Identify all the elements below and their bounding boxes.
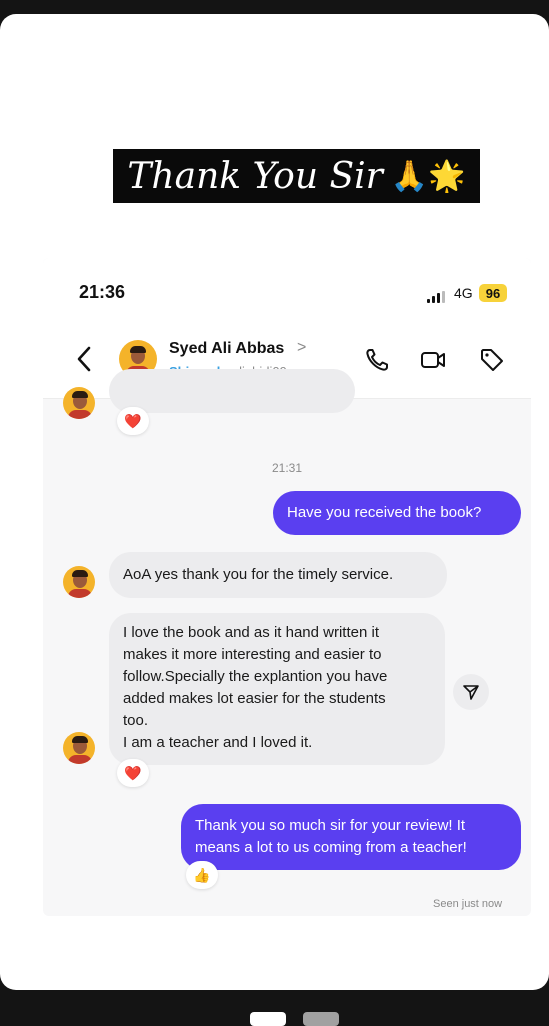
signal-icon <box>427 291 445 303</box>
send-icon <box>463 685 479 700</box>
contact-name[interactable]: Syed Ali Abbas <box>169 340 284 358</box>
message-line: I love the book and as it hand written i… <box>123 624 379 641</box>
thumbs-up-reaction[interactable]: 👍 <box>186 861 218 889</box>
message-line: too. <box>123 712 149 729</box>
message-line: follow.Specially the explantion you have <box>123 668 388 685</box>
message-timestamp: 21:31 <box>271 461 303 475</box>
sender-avatar[interactable] <box>63 566 95 598</box>
share-button[interactable] <box>453 674 489 710</box>
incoming-message[interactable]: AoA yes thank you for the timely service… <box>109 552 447 598</box>
status-time: 21:36 <box>79 282 126 302</box>
phone-icon[interactable] <box>363 346 391 374</box>
chevron-left-icon[interactable] <box>73 344 95 374</box>
battery-indicator: 96 <box>479 284 507 302</box>
status-bar: 21:36 4G 96 <box>43 258 531 320</box>
network-type: 4G <box>454 285 473 301</box>
message-line: makes it more interesting and easier to <box>123 646 382 663</box>
story-caption: Thank You Sir 🙏🌟 <box>113 149 480 203</box>
heart-reaction[interactable]: ❤️ <box>117 759 149 787</box>
message-line: I am a teacher and I loved it. <box>123 734 313 751</box>
heart-reaction[interactable]: ❤️ <box>117 407 149 435</box>
caption-text: Thank You Sir <box>127 155 383 197</box>
message-thread: ❤️ 21:31 Have you received the book? AoA… <box>43 369 531 916</box>
seen-status: Seen just now <box>433 898 503 910</box>
chevron-right-icon[interactable]: > <box>297 339 306 357</box>
outgoing-message-reply[interactable]: Thank you so much sir for your review! I… <box>181 804 521 870</box>
dm-screenshot: 21:36 4G 96 Syed Ali Abbas > Shipped · a… <box>43 258 531 916</box>
message-bubble-previous[interactable] <box>109 369 355 413</box>
message-line: means a lot to us coming from a teacher! <box>195 839 467 856</box>
tag-icon[interactable] <box>478 346 506 374</box>
video-camera-icon[interactable] <box>419 346 447 374</box>
outgoing-message[interactable]: Have you received the book? <box>273 491 521 535</box>
incoming-message-long[interactable]: I love the book and as it hand written i… <box>109 613 445 765</box>
story-card: Thank You Sir 🙏🌟 21:36 4G 96 Syed Ali Ab… <box>0 14 549 990</box>
message-line: added makes lot easier for the students <box>123 690 386 707</box>
sender-avatar[interactable] <box>63 387 95 419</box>
sender-avatar[interactable] <box>63 732 95 764</box>
message-line: Thank you so much sir for your review! I… <box>195 817 466 834</box>
caption-emojis: 🙏🌟 <box>390 158 466 194</box>
